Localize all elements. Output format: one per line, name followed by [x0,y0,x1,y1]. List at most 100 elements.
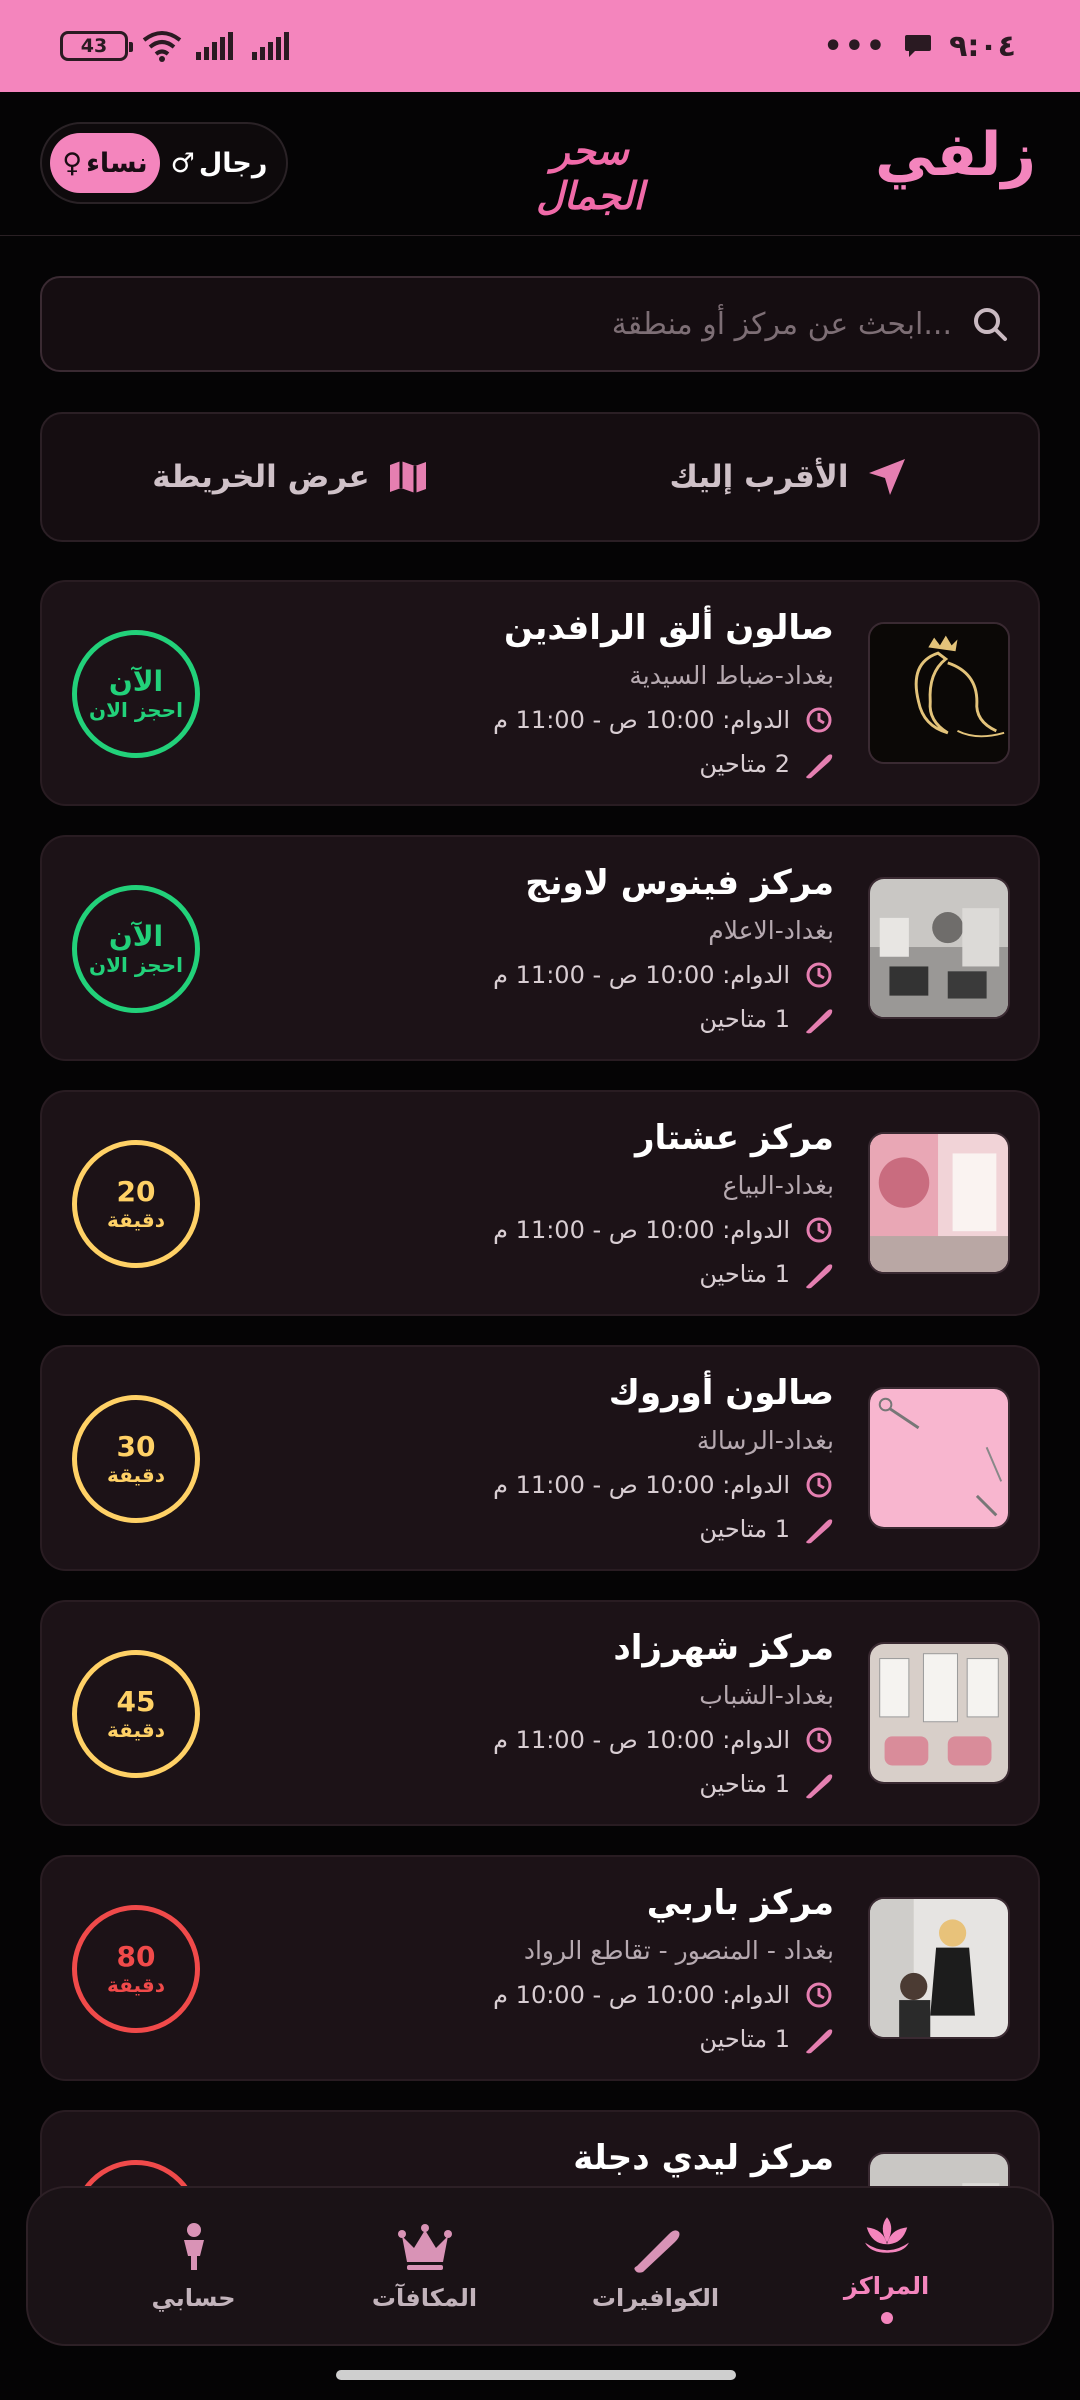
wait-time-unit: دقيقة [106,1972,166,1997]
gender-toggle[interactable]: ♀ نساء ♂ رجال [40,122,288,204]
person-icon [183,2223,204,2270]
more-dots-icon: ••• [823,28,888,64]
status-right: ••• ٩:٠٤ [824,29,1016,64]
wait-time-badge[interactable]: 80 دقيقة [72,1905,200,2033]
salon-hours-row: الدوام: 10:00 ص - 11:00 م [234,698,834,742]
salon-staff-row: 1 متاحين [234,1762,834,1806]
salon-name: صالون أوروك [608,1373,834,1413]
salon-staff-row: 1 متاحين [234,1252,834,1296]
wait-time-value: الآن [108,920,164,954]
search-box[interactable]: ابحث عن مركز أو منطقة... [40,276,1040,372]
search-icon [974,308,1007,341]
battery-icon: 43 [60,31,133,61]
salon-staff-row: 2 متاحين [234,742,834,786]
salon-info: صالون أوروك بغداد-الرسالة الدوام: 10:00 ص … [234,1367,834,1551]
salon-info: مركز فينوس لاونج بغداد-الاعلام الدوام: 10:… [234,857,834,1041]
salon-staff-row: 1 متاحين [234,1507,834,1551]
nav-item-centers[interactable]: المراكز [777,2208,997,2324]
signal-icon [196,32,233,60]
salon-info: مركز باربي بغداد - المنصور - تقاطع الرواد… [234,1877,834,2061]
salon-location: بغداد-ضباط السيدية [629,661,834,690]
salon-info: مركز ليدي دجلة [234,2132,834,2184]
status-indicators: 43 [60,30,294,62]
search-input[interactable]: ابحث عن مركز أو منطقة... [612,307,952,342]
salon-hours: الدوام: 10:00 ص - 11:00 م [493,1726,790,1754]
salon-location: بغداد-البياع [722,1171,834,1200]
salon-location: بغداد-الرسالة [696,1426,834,1455]
app-header: ♀ نساء ♂ رجال سحر الجمال زلفي [0,92,1080,236]
wait-time-unit: دقيقة [106,1462,166,1487]
wait-time-value: 30 [116,1430,156,1464]
wait-time-badge[interactable]: الآن احجز الان [72,885,200,1013]
nav-item-rewards[interactable]: المكافآت [315,2220,535,2312]
salon-card[interactable]: مركز فينوس لاونج بغداد-الاعلام الدوام: 10:… [40,835,1040,1061]
comb-icon [806,754,833,779]
wait-time-value: 20 [116,1175,156,1209]
clock-icon [806,1982,832,2008]
salon-hours-row: الدوام: 10:00 ص - 11:00 م [234,1718,834,1762]
lotus-icon [864,2217,909,2253]
salon-hours: الدوام: 10:00 ص - 10:00 م [493,1981,790,2009]
salon-card[interactable]: مركز شهرزاد بغداد-الشباب الدوام: 10:00 ص -… [40,1600,1040,1826]
salon-info: صالون ألق الرافدين بغداد-ضباط السيدية الدو… [234,602,834,786]
salon-hours: الدوام: 10:00 ص - 11:00 م [493,1216,790,1244]
female-icon: ♀ [62,147,83,179]
salon-hours-row: الدوام: 10:00 ص - 11:00 م [234,1463,834,1507]
clock-icon [806,1217,832,1243]
wait-time-badge[interactable]: 30 دقيقة [72,1395,200,1523]
clock-icon [806,1472,832,1498]
salon-staff-available: 2 متاحين [699,750,790,778]
wait-time-value: الآن [108,665,164,699]
wait-time-badge[interactable]: 20 دقيقة [72,1140,200,1268]
nearest-label: الأقرب إليك [669,459,849,495]
brand-logo: سحر الجمال [536,128,644,218]
salon-hours: الدوام: 10:00 ص - 11:00 م [493,1471,790,1499]
salon-thumbnail [868,1132,1010,1274]
salon-thumbnail [868,1387,1010,1529]
gender-men-option[interactable]: ♂ رجال [160,148,278,179]
salon-card[interactable]: صالون أوروك بغداد-الرسالة الدوام: 10:00 ص … [40,1345,1040,1571]
bottom-nav: حسابي المكافآت الكوافيرات المراكز [26,2186,1054,2346]
comb-icon [806,1009,833,1034]
comb-icon [806,2029,833,2054]
chat-icon [905,35,932,57]
clock-icon [806,962,832,988]
crown-icon [397,2224,452,2270]
salon-location: بغداد-الاعلام [708,916,834,945]
nav-item-account[interactable]: حسابي [84,2220,304,2312]
comb-icon [633,2230,679,2273]
app-title: زلفي [875,120,1036,190]
salon-name: مركز فينوس لاونج [525,863,834,903]
salon-hours: الدوام: 10:00 ص - 11:00 م [493,706,790,734]
nav-label: المراكز [843,2272,930,2300]
home-indicator[interactable] [336,2370,736,2380]
clock-icon [806,1727,832,1753]
wait-time-value: 80 [116,1940,156,1974]
clock-icon [806,707,832,733]
salon-card[interactable]: مركز باربي بغداد - المنصور - تقاطع الرواد… [40,1855,1040,2081]
active-indicator [880,2312,893,2324]
salon-staff-available: 1 متاحين [699,1260,790,1288]
location-arrow-icon [868,459,905,495]
salon-location: بغداد-الشباب [699,1681,834,1710]
wait-time-badge[interactable]: 45 دقيقة [72,1650,200,1778]
status-bar: 43 ••• ٩:٠٤ [0,0,1080,92]
gender-women-label: نساء [86,147,148,179]
salon-card[interactable]: مركز عشتار بغداد-البياع الدوام: 10:00 ص - … [40,1090,1040,1316]
salon-staff-available: 1 متاحين [699,1770,790,1798]
wifi-icon [142,31,182,62]
salon-hours-row: الدوام: 10:00 ص - 11:00 م [234,1208,834,1252]
salon-card[interactable]: صالون ألق الرافدين بغداد-ضباط السيدية الدو… [40,580,1040,806]
map-view-button[interactable]: عرض الخريطة [42,455,540,499]
wait-time-unit: احجز الان [89,952,183,977]
salon-thumbnail [868,1642,1010,1784]
wait-time-unit: احجز الان [89,697,183,722]
nearest-button[interactable]: الأقرب إليك [540,455,1038,499]
nav-label: حسابي [151,2284,236,2312]
gender-women-option[interactable]: ♀ نساء [50,133,160,193]
salon-name: مركز ليدي دجلة [573,2138,834,2178]
nav-item-stylists[interactable]: الكوافيرات [546,2220,766,2312]
wait-time-unit: دقيقة [106,1207,166,1232]
wait-time-badge[interactable]: الآن احجز الان [72,630,200,758]
nav-label: المكافآت [371,2284,478,2312]
